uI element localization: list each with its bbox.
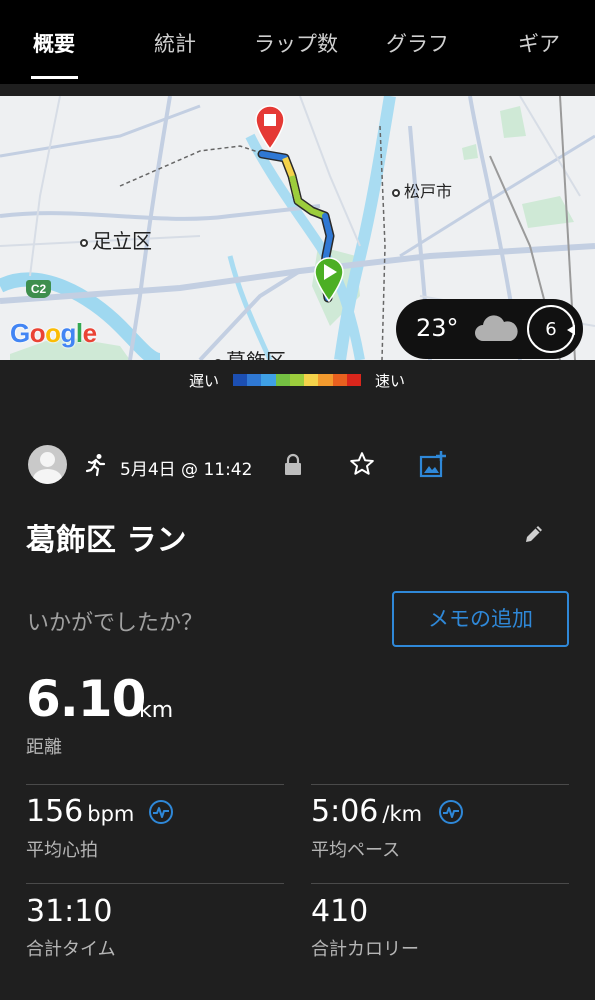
speed-color-swatch xyxy=(332,374,347,386)
place-dot-icon xyxy=(214,358,222,360)
add-photo-icon[interactable] xyxy=(418,449,448,479)
route-badge: C2 xyxy=(26,280,51,298)
star-icon[interactable] xyxy=(349,451,375,477)
tab-stats[interactable]: 統計 xyxy=(154,28,196,58)
divider xyxy=(26,883,284,884)
place-dot-icon xyxy=(80,238,88,247)
total-time-value: 31:10 xyxy=(26,894,113,929)
run-icon xyxy=(85,454,106,477)
distance-value: 6.10 xyxy=(26,670,146,728)
map-label-matsudo: 松戸市 xyxy=(392,178,452,202)
temperature: 23° xyxy=(416,314,459,342)
start-marker-icon xyxy=(314,257,344,302)
avatar-body xyxy=(33,469,62,484)
map-label-katsushika: 葛飾区 xyxy=(214,345,286,360)
speed-fast-label: 速い xyxy=(375,372,406,390)
total-time-label: 合計タイム xyxy=(26,939,116,960)
edit-icon[interactable] xyxy=(522,522,546,546)
wind-direction-icon xyxy=(567,325,575,335)
speed-slow-label: 遅い xyxy=(189,372,220,390)
active-tab-indicator xyxy=(31,76,78,79)
heart-rate-chart-icon[interactable] xyxy=(148,799,174,825)
avatar[interactable] xyxy=(28,445,67,484)
divider xyxy=(26,784,284,785)
place-dot-icon xyxy=(392,188,400,197)
google-logo: Google xyxy=(10,318,97,348)
pace-label: 平均ペース xyxy=(311,840,401,861)
heart-rate-unit: bpm xyxy=(87,802,135,826)
speed-color-swatch xyxy=(275,374,290,386)
avatar-head xyxy=(40,452,55,467)
add-memo-button[interactable]: メモの追加 xyxy=(392,591,569,647)
tab-gear[interactable]: ギア xyxy=(518,28,560,58)
heart-rate-stat[interactable]: 156 bpm xyxy=(26,794,134,829)
divider xyxy=(311,883,569,884)
activity-title: 葛飾区 ラン xyxy=(26,523,187,558)
speed-color-swatch xyxy=(304,374,319,386)
speed-color-swatch xyxy=(346,374,361,386)
speed-color-swatch xyxy=(261,374,276,386)
heart-rate-label: 平均心拍 xyxy=(26,840,98,861)
speed-color-swatch xyxy=(233,374,248,386)
distance-unit: km xyxy=(139,698,174,723)
distance-label: 距離 xyxy=(26,737,62,758)
wind-indicator: 6 xyxy=(527,305,575,353)
pace-value: 5:06 xyxy=(311,794,379,829)
stop-marker-icon xyxy=(255,105,285,150)
tab-graph[interactable]: グラフ xyxy=(386,28,449,58)
map-label-adachi: 足立区 xyxy=(80,225,152,254)
tab-laps[interactable]: ラップ数 xyxy=(254,28,338,58)
weather-badge: 23° 6 xyxy=(396,299,583,359)
cloud-icon xyxy=(475,315,518,341)
feedback-prompt: いかがでしたか？ xyxy=(27,611,204,636)
speed-color-scale xyxy=(233,374,361,386)
tab-overview[interactable]: 概要 xyxy=(33,28,75,58)
lock-icon[interactable] xyxy=(283,453,303,477)
heart-rate-value: 156 xyxy=(26,794,84,829)
tab-bar: 概要 統計 ラップ数 グラフ ギア xyxy=(0,0,595,84)
speed-color-swatch xyxy=(318,374,333,386)
activity-date: 5月4日 @ 11:42 xyxy=(120,460,253,480)
speed-legend: 遅い 速い xyxy=(0,368,595,392)
divider xyxy=(311,784,569,785)
calories-label: 合計カロリー xyxy=(311,939,419,960)
speed-color-swatch xyxy=(247,374,262,386)
pace-unit: /km xyxy=(382,802,423,826)
pace-stat[interactable]: 5:06/km xyxy=(311,794,422,829)
calories-value: 410 xyxy=(311,894,369,929)
activity-meta-row: 5月4日 @ 11:42 xyxy=(0,445,595,487)
pace-chart-icon[interactable] xyxy=(438,799,464,825)
speed-color-swatch xyxy=(289,374,305,386)
